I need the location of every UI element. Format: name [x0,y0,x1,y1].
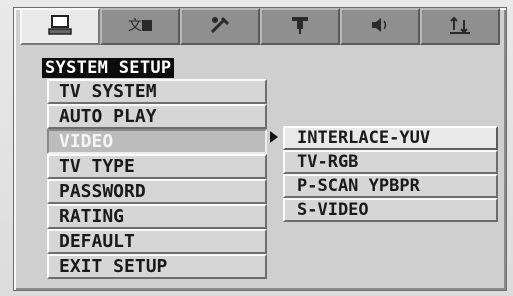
submenu-arrow-icon [270,131,278,143]
tab-video[interactable] [260,8,340,45]
video-submenu: INTERLACE-YUV TV-RGB P-SCAN YPBPR S-VIDE… [283,126,498,222]
submenu-item-s-video[interactable]: S-VIDEO [283,198,498,222]
svg-text:文: 文 [128,18,142,34]
menu-item-rating[interactable]: RATING [47,204,267,229]
tab-audio[interactable] [340,8,420,45]
tab-preference[interactable] [420,8,500,45]
tab-language[interactable]: 文 [100,8,180,45]
submenu-item-tv-rgb[interactable]: TV-RGB [283,150,498,174]
osd-screen: 文 SYSTEM SETUP TV SYSTEM AUTO PLAY VIDEO… [0,0,513,296]
menu-item-tv-system[interactable]: TV SYSTEM [47,79,267,104]
menu-item-video[interactable]: VIDEO [47,129,267,154]
submenu-item-interlace-yuv[interactable]: INTERLACE-YUV [283,126,498,150]
speaker-icon [366,14,394,40]
menu-item-exit-setup[interactable]: EXIT SETUP [47,254,267,279]
page-title: SYSTEM SETUP [42,58,175,78]
system-setup-menu: TV SYSTEM AUTO PLAY VIDEO TV TYPE PASSWO… [47,79,267,279]
video-plug-icon [286,14,314,40]
tab-tools[interactable] [180,8,260,45]
language-icon: 文 [126,14,154,40]
computer-icon [46,14,74,40]
preference-icon [446,14,474,40]
menu-item-auto-play[interactable]: AUTO PLAY [47,104,267,129]
menu-item-default[interactable]: DEFAULT [47,229,267,254]
tab-system[interactable] [20,8,100,45]
tools-icon [206,14,234,40]
menu-item-tv-type[interactable]: TV TYPE [47,154,267,179]
setup-tabs: 文 [20,8,500,45]
menu-item-password[interactable]: PASSWORD [47,179,267,204]
submenu-item-p-scan-ypbpr[interactable]: P-SCAN YPBPR [283,174,498,198]
